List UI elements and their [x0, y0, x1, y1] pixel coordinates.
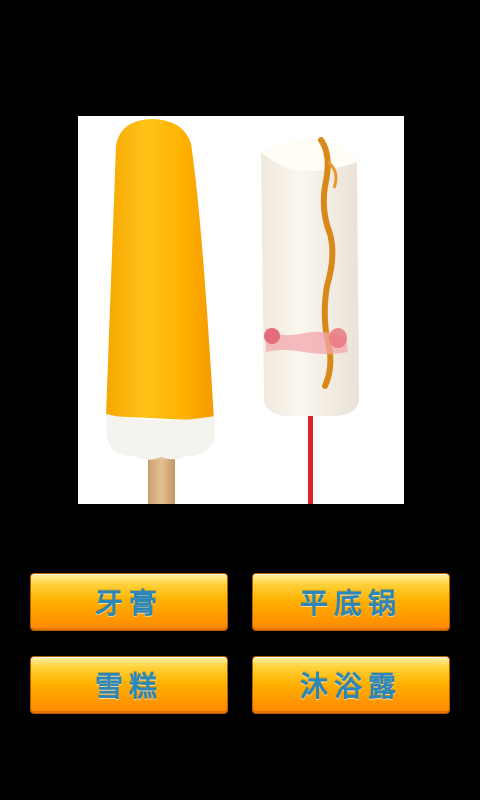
- answer-button-frying-pan[interactable]: 平底锅: [252, 573, 450, 631]
- answer-label: 牙膏: [94, 587, 163, 620]
- orange-ice-pop: [106, 119, 214, 421]
- answer-button-shower-gel[interactable]: 沐浴露: [252, 656, 450, 714]
- white-ice-pop: [261, 141, 359, 416]
- answer-button-ice-cream[interactable]: 雪糕: [30, 656, 228, 714]
- answer-label: 沐浴露: [299, 670, 402, 703]
- red-stick: [308, 406, 313, 504]
- answer-button-toothpaste[interactable]: 牙膏: [30, 573, 228, 631]
- answer-label: 雪糕: [94, 670, 163, 703]
- answer-label: 平底锅: [299, 587, 402, 620]
- question-image: [78, 116, 404, 504]
- cream-base: [106, 414, 215, 460]
